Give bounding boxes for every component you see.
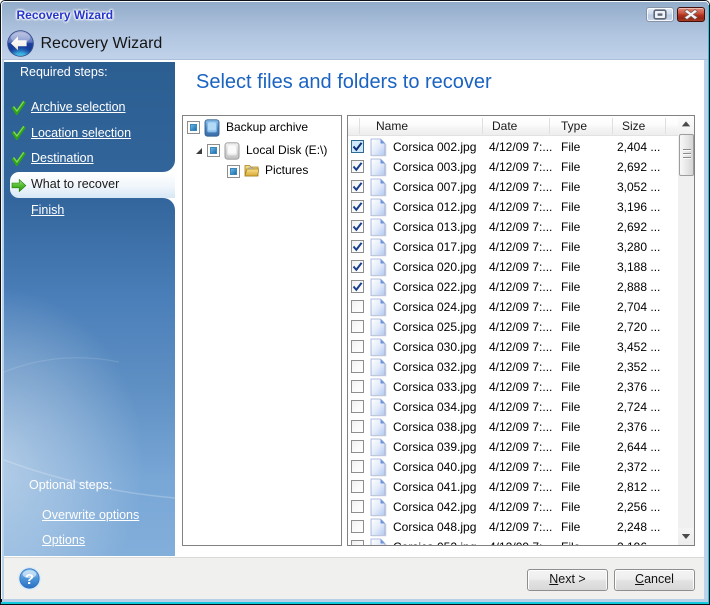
svg-text:?: ? <box>25 571 34 588</box>
